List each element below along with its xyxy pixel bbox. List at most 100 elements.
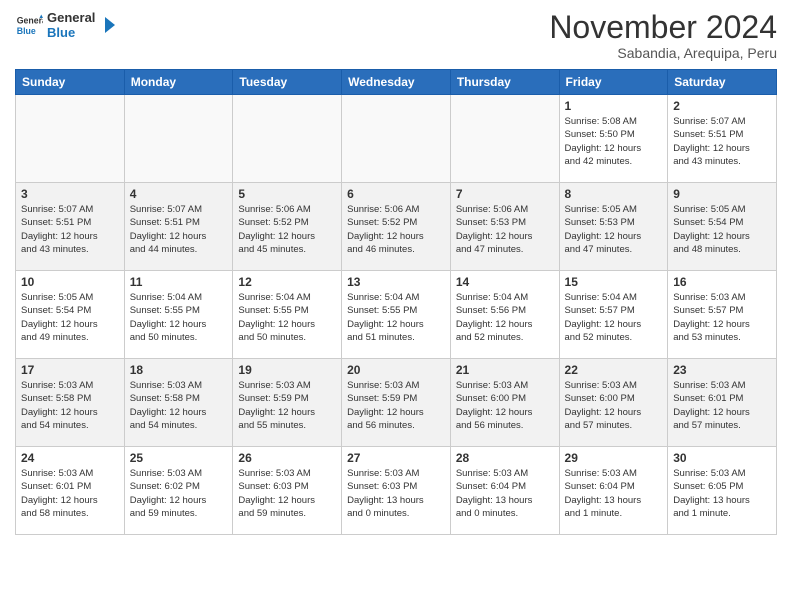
calendar-day-15: 15Sunrise: 5:04 AM Sunset: 5:57 PM Dayli… bbox=[559, 271, 668, 359]
day-number: 13 bbox=[347, 275, 445, 289]
calendar-day-10: 10 Sunrise: 5:05 AM Sunset: 5:54 PM Dayli… bbox=[16, 271, 125, 359]
calendar-day-29: 29 Sunrise: 5:03 AM Sunset: 6:04 PM Dayli… bbox=[559, 447, 668, 535]
calendar-week-row: 3Sunrise: 5:07 AM Sunset: 5:51 PM Daylig… bbox=[16, 183, 777, 271]
day-info: Sunrise: 5:03 AM Sunset: 5:58 PM Dayligh… bbox=[21, 379, 119, 432]
calendar-day-27: 27Sunrise: 5:03 AM Sunset: 6:03 PM Dayli… bbox=[342, 447, 451, 535]
day-number: 19 bbox=[238, 363, 336, 377]
day-info: Sunrise: 5:03 AM Sunset: 5:59 PM Dayligh… bbox=[238, 379, 336, 432]
day-number: 8 bbox=[565, 187, 663, 201]
logo-blue-text: Blue bbox=[47, 25, 95, 40]
calendar-day-empty bbox=[450, 95, 559, 183]
calendar-day-empty bbox=[124, 95, 233, 183]
calendar-day-empty bbox=[233, 95, 342, 183]
day-info: Sunrise: 5:07 AM Sunset: 5:51 PM Dayligh… bbox=[130, 203, 228, 256]
svg-text:Blue: Blue bbox=[17, 26, 36, 36]
day-number: 18 bbox=[130, 363, 228, 377]
calendar-day-28: 28Sunrise: 5:03 AM Sunset: 6:04 PM Dayli… bbox=[450, 447, 559, 535]
day-info: Sunrise: 5:04 AM Sunset: 5:55 PM Dayligh… bbox=[347, 291, 445, 344]
day-info: Sunrise: 5:03 AM Sunset: 6:03 PM Dayligh… bbox=[238, 467, 336, 520]
day-info: Sunrise: 5:03 AM Sunset: 6:00 PM Dayligh… bbox=[565, 379, 663, 432]
day-number: 14 bbox=[456, 275, 554, 289]
day-info: Sunrise: 5:03 AM Sunset: 5:57 PM Dayligh… bbox=[673, 291, 771, 344]
day-number: 21 bbox=[456, 363, 554, 377]
calendar-day-30: 30 Sunrise: 5:03 AM Sunset: 6:05 PM Dayli… bbox=[668, 447, 777, 535]
calendar-day-1: 1 Sunrise: 5:08 AM Sunset: 5:50 PM Daylig… bbox=[559, 95, 668, 183]
calendar-table: SundayMondayTuesdayWednesdayThursdayFrid… bbox=[15, 69, 777, 535]
day-number: 7 bbox=[456, 187, 554, 201]
calendar-day-25: 25Sunrise: 5:03 AM Sunset: 6:02 PM Dayli… bbox=[124, 447, 233, 535]
day-number: 10 bbox=[21, 275, 119, 289]
logo-triangle-icon bbox=[97, 16, 115, 34]
calendar-day-empty bbox=[342, 95, 451, 183]
day-number: 5 bbox=[238, 187, 336, 201]
calendar-day-4: 4 Sunrise: 5:07 AM Sunset: 5:51 PM Daylig… bbox=[124, 183, 233, 271]
day-number: 1 bbox=[565, 99, 663, 113]
day-info: Sunrise: 5:05 AM Sunset: 5:54 PM Dayligh… bbox=[673, 203, 771, 256]
day-number: 17 bbox=[21, 363, 119, 377]
day-info: Sunrise: 5:04 AM Sunset: 5:56 PM Dayligh… bbox=[456, 291, 554, 344]
calendar-day-11: 11 Sunrise: 5:04 AM Sunset: 5:55 PM Dayli… bbox=[124, 271, 233, 359]
location-subtitle: Sabandia, Arequipa, Peru bbox=[549, 45, 777, 61]
day-info: Sunrise: 5:07 AM Sunset: 5:51 PM Dayligh… bbox=[21, 203, 119, 256]
weekday-header-wednesday: Wednesday bbox=[342, 70, 451, 95]
day-number: 6 bbox=[347, 187, 445, 201]
day-number: 23 bbox=[673, 363, 771, 377]
page-header: General Blue General Blue November 2024 … bbox=[15, 10, 777, 61]
title-block: November 2024 Sabandia, Arequipa, Peru bbox=[549, 10, 777, 61]
day-info: Sunrise: 5:03 AM Sunset: 6:01 PM Dayligh… bbox=[21, 467, 119, 520]
calendar-day-23: 23 Sunrise: 5:03 AM Sunset: 6:01 PM Dayli… bbox=[668, 359, 777, 447]
day-number: 11 bbox=[130, 275, 228, 289]
day-info: Sunrise: 5:03 AM Sunset: 6:03 PM Dayligh… bbox=[347, 467, 445, 520]
calendar-day-13: 13 Sunrise: 5:04 AM Sunset: 5:55 PM Dayli… bbox=[342, 271, 451, 359]
calendar-day-2: 2Sunrise: 5:07 AM Sunset: 5:51 PM Daylig… bbox=[668, 95, 777, 183]
day-info: Sunrise: 5:06 AM Sunset: 5:53 PM Dayligh… bbox=[456, 203, 554, 256]
calendar-day-12: 12Sunrise: 5:04 AM Sunset: 5:55 PM Dayli… bbox=[233, 271, 342, 359]
weekday-header-friday: Friday bbox=[559, 70, 668, 95]
day-info: Sunrise: 5:03 AM Sunset: 6:01 PM Dayligh… bbox=[673, 379, 771, 432]
day-number: 22 bbox=[565, 363, 663, 377]
logo: General Blue General Blue bbox=[15, 10, 115, 40]
calendar-day-8: 8 Sunrise: 5:05 AM Sunset: 5:53 PM Daylig… bbox=[559, 183, 668, 271]
calendar-header-row: SundayMondayTuesdayWednesdayThursdayFrid… bbox=[16, 70, 777, 95]
day-number: 20 bbox=[347, 363, 445, 377]
day-info: Sunrise: 5:04 AM Sunset: 5:57 PM Dayligh… bbox=[565, 291, 663, 344]
day-number: 28 bbox=[456, 451, 554, 465]
day-number: 26 bbox=[238, 451, 336, 465]
calendar-day-17: 17 Sunrise: 5:03 AM Sunset: 5:58 PM Dayli… bbox=[16, 359, 125, 447]
day-number: 12 bbox=[238, 275, 336, 289]
day-info: Sunrise: 5:05 AM Sunset: 5:54 PM Dayligh… bbox=[21, 291, 119, 344]
month-year-title: November 2024 bbox=[549, 10, 777, 45]
day-info: Sunrise: 5:08 AM Sunset: 5:50 PM Dayligh… bbox=[565, 115, 663, 168]
day-number: 30 bbox=[673, 451, 771, 465]
day-info: Sunrise: 5:05 AM Sunset: 5:53 PM Dayligh… bbox=[565, 203, 663, 256]
day-number: 24 bbox=[21, 451, 119, 465]
day-info: Sunrise: 5:06 AM Sunset: 5:52 PM Dayligh… bbox=[238, 203, 336, 256]
day-info: Sunrise: 5:03 AM Sunset: 6:00 PM Dayligh… bbox=[456, 379, 554, 432]
weekday-header-monday: Monday bbox=[124, 70, 233, 95]
calendar-day-9: 9 Sunrise: 5:05 AM Sunset: 5:54 PM Daylig… bbox=[668, 183, 777, 271]
calendar-day-24: 24 Sunrise: 5:03 AM Sunset: 6:01 PM Dayli… bbox=[16, 447, 125, 535]
calendar-day-19: 19 Sunrise: 5:03 AM Sunset: 5:59 PM Dayli… bbox=[233, 359, 342, 447]
day-info: Sunrise: 5:03 AM Sunset: 6:05 PM Dayligh… bbox=[673, 467, 771, 520]
calendar-day-21: 21 Sunrise: 5:03 AM Sunset: 6:00 PM Dayli… bbox=[450, 359, 559, 447]
weekday-header-tuesday: Tuesday bbox=[233, 70, 342, 95]
day-info: Sunrise: 5:03 AM Sunset: 6:02 PM Dayligh… bbox=[130, 467, 228, 520]
calendar-day-6: 6 Sunrise: 5:06 AM Sunset: 5:52 PM Daylig… bbox=[342, 183, 451, 271]
day-info: Sunrise: 5:06 AM Sunset: 5:52 PM Dayligh… bbox=[347, 203, 445, 256]
svg-text:General: General bbox=[17, 15, 43, 25]
day-number: 4 bbox=[130, 187, 228, 201]
day-number: 16 bbox=[673, 275, 771, 289]
day-info: Sunrise: 5:03 AM Sunset: 5:59 PM Dayligh… bbox=[347, 379, 445, 432]
calendar-day-18: 18Sunrise: 5:03 AM Sunset: 5:58 PM Dayli… bbox=[124, 359, 233, 447]
day-number: 29 bbox=[565, 451, 663, 465]
calendar-week-row: 10 Sunrise: 5:05 AM Sunset: 5:54 PM Dayli… bbox=[16, 271, 777, 359]
day-number: 9 bbox=[673, 187, 771, 201]
day-info: Sunrise: 5:03 AM Sunset: 6:04 PM Dayligh… bbox=[565, 467, 663, 520]
day-info: Sunrise: 5:04 AM Sunset: 5:55 PM Dayligh… bbox=[130, 291, 228, 344]
calendar-week-row: 24 Sunrise: 5:03 AM Sunset: 6:01 PM Dayli… bbox=[16, 447, 777, 535]
calendar-day-14: 14 Sunrise: 5:04 AM Sunset: 5:56 PM Dayli… bbox=[450, 271, 559, 359]
calendar-week-row: 1 Sunrise: 5:08 AM Sunset: 5:50 PM Daylig… bbox=[16, 95, 777, 183]
calendar-week-row: 17 Sunrise: 5:03 AM Sunset: 5:58 PM Dayli… bbox=[16, 359, 777, 447]
calendar-day-3: 3Sunrise: 5:07 AM Sunset: 5:51 PM Daylig… bbox=[16, 183, 125, 271]
calendar-day-26: 26 Sunrise: 5:03 AM Sunset: 6:03 PM Dayli… bbox=[233, 447, 342, 535]
